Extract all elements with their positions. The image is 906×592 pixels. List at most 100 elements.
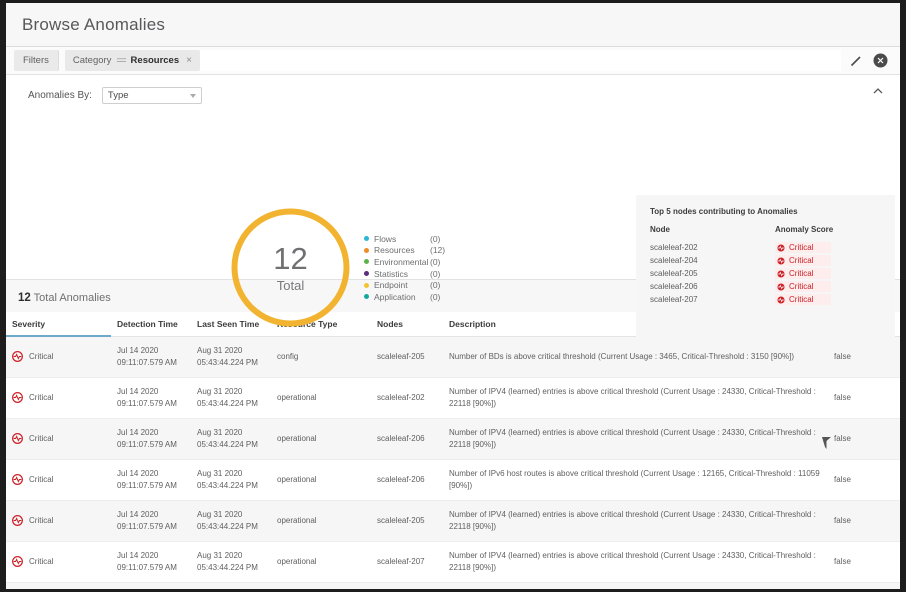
cell-detection-time: Jul 14 2020 09:11:07.579 AM xyxy=(111,500,191,542)
top5-score-text: Critical xyxy=(789,243,814,252)
column-header-nodes[interactable]: Nodes xyxy=(371,312,443,337)
legend-item[interactable]: Statistics (0) xyxy=(364,268,452,280)
cell-description: Number of IPV4 (learned) entries is abov… xyxy=(443,377,828,419)
cell-severity: Critical xyxy=(6,459,111,501)
cell-last-seen-time: Aug 31 2020 05:43:44.224 PM xyxy=(191,336,271,378)
legend-color-dot xyxy=(364,236,369,242)
top5-row[interactable]: scaleleaf-205 Critical xyxy=(650,267,881,280)
severity-text: Critical xyxy=(29,556,54,566)
table-row[interactable]: Critical Jul 14 2020 09:11:07.579 AM Aug… xyxy=(6,541,900,583)
severity-badge: Critical xyxy=(12,351,105,363)
cell-nodes: scaleleaf-207 xyxy=(371,541,443,583)
top5-status-badge: Critical xyxy=(775,294,832,305)
top5-score-text: Critical xyxy=(789,295,814,304)
table-row[interactable]: Critical Jul 14 2020 09:11:07.579 AM Aug… xyxy=(6,500,900,542)
cell-detection-time: Jul 14 2020 09:11:07.579 AM xyxy=(111,336,191,378)
detection-date: Jul 14 2020 xyxy=(117,468,159,478)
page-title: Browse Anomalies xyxy=(22,14,166,34)
top5-row[interactable]: scaleleaf-207 Critical xyxy=(650,293,881,306)
top5-node-name: scaleleaf-205 xyxy=(650,269,698,278)
anomalies-by-label: Anomalies By: xyxy=(28,90,92,101)
legend-value: (0) xyxy=(430,291,441,302)
column-header-severity[interactable]: Severity xyxy=(6,312,111,337)
severity-badge: Critical xyxy=(12,433,105,445)
legend-value: (0) xyxy=(430,268,441,279)
table-row[interactable]: Critical Jul 14 2020 09:11:07.579 AM Aug… xyxy=(6,377,900,419)
legend-color-dot xyxy=(364,247,369,253)
detection-date: Jul 14 2020 xyxy=(117,509,159,519)
top5-title: Top 5 nodes contributing to Anomalies xyxy=(650,207,798,216)
anomalies-by-select[interactable]: Type xyxy=(101,87,202,104)
last-seen-time: 05:43:44.224 PM xyxy=(197,398,258,408)
top5-status-badge: Critical xyxy=(775,268,832,279)
app-content: Browse Anomalies Filters Category == Res… xyxy=(6,3,900,589)
legend-label: Endpoint xyxy=(374,280,408,291)
top5-status-badge: Critical xyxy=(775,255,832,266)
cell-description: Number of IPV4 (learned) entries is abov… xyxy=(443,582,828,589)
legend-item[interactable]: Environmental (0) xyxy=(364,256,452,268)
top5-row[interactable]: scaleleaf-204 Critical xyxy=(650,254,881,267)
cell-detection-time: Jul 14 2020 09:11:07.579 AM xyxy=(111,541,191,583)
legend-item[interactable]: Flows (0) xyxy=(364,233,452,245)
top5-row[interactable]: scaleleaf-206 Critical xyxy=(650,280,881,293)
cell-severity: Critical xyxy=(6,418,111,460)
table-body: Critical Jul 14 2020 09:11:07.579 AM Aug… xyxy=(6,336,900,589)
table-row[interactable]: Critical Jul 14 2020 09:11:07.579 AM Aug… xyxy=(6,582,900,589)
cell-nodes: scaleleaf-205 xyxy=(371,336,443,378)
severity-text: Critical xyxy=(29,433,54,443)
anomalies-summary-panel: Anomalies By: Type 12 Total Flows (0) Re… xyxy=(6,75,900,345)
table-row[interactable]: Critical Jul 14 2020 09:11:07.579 AM Aug… xyxy=(6,418,900,460)
legend-value: (12) xyxy=(430,245,446,256)
cell-severity: Critical xyxy=(6,500,111,542)
legend-item[interactable]: Application (0) xyxy=(364,291,452,303)
clear-circle-icon[interactable] xyxy=(873,53,888,68)
filter-chip-field: Category xyxy=(72,55,112,66)
top5-row[interactable]: scaleleaf-202 Critical xyxy=(650,241,881,254)
column-header-detection-time[interactable]: Detection Time xyxy=(111,312,191,337)
legend-label: Statistics xyxy=(374,268,409,279)
cell-nodes: scaleleaf-206 xyxy=(371,459,443,501)
legend-item[interactable]: Endpoint (0) xyxy=(364,279,452,291)
anomalies-by-row: Anomalies By: Type xyxy=(6,75,900,104)
legend-item[interactable]: Resources (12) xyxy=(364,245,452,257)
cell-severity: Critical xyxy=(6,541,111,583)
close-icon[interactable]: × xyxy=(184,55,192,66)
severity-badge: Critical xyxy=(12,515,105,527)
cell-last-seen-time: Aug 31 2020 05:43:44.224 PM xyxy=(191,500,271,542)
donut-ring xyxy=(231,208,350,327)
cell-resource-type: operational xyxy=(271,500,371,542)
critical-severity-icon xyxy=(777,282,785,291)
cell-cleared: false xyxy=(828,500,900,542)
legend-label: Application xyxy=(374,291,416,302)
top5-node-name: scaleleaf-202 xyxy=(650,243,698,252)
last-seen-date: Aug 31 2020 xyxy=(197,386,243,396)
severity-text: Critical xyxy=(29,515,54,525)
filter-chip-category[interactable]: Category == Resources × xyxy=(64,50,200,71)
severity-text: Critical xyxy=(29,474,54,484)
detection-time: 09:11:07.579 AM xyxy=(117,521,177,531)
table-caption-text: Total Anomalies xyxy=(33,292,111,304)
pencil-icon[interactable] xyxy=(849,54,863,68)
cell-severity: Critical xyxy=(6,377,111,419)
filter-chip-operator: == xyxy=(116,55,126,66)
detection-time: 09:11:07.579 AM xyxy=(117,439,177,449)
top5-status-badge: Critical xyxy=(775,281,832,292)
detection-time: 09:11:07.579 AM xyxy=(117,398,177,408)
critical-severity-icon xyxy=(777,243,785,252)
last-seen-date: Aug 31 2020 xyxy=(197,468,243,478)
page-header: Browse Anomalies xyxy=(6,3,900,47)
cell-severity: Critical xyxy=(6,336,111,378)
legend-label: Flows xyxy=(374,233,397,244)
top5-nodes-panel: Top 5 nodes contributing to Anomalies No… xyxy=(636,195,895,345)
last-seen-time: 05:43:44.224 PM xyxy=(197,480,258,490)
table-row[interactable]: Critical Jul 14 2020 09:11:07.579 AM Aug… xyxy=(6,459,900,501)
legend-value: (0) xyxy=(430,233,441,244)
filter-input[interactable] xyxy=(199,50,841,71)
chevron-up-icon[interactable] xyxy=(870,85,886,97)
legend-value: (0) xyxy=(430,280,441,291)
legend-color-dot xyxy=(364,282,369,288)
top5-score-text: Critical xyxy=(789,256,814,265)
cell-resource-type: operational xyxy=(271,582,371,589)
top5-node-name: scaleleaf-204 xyxy=(650,256,698,265)
cell-resource-type: operational xyxy=(271,377,371,419)
